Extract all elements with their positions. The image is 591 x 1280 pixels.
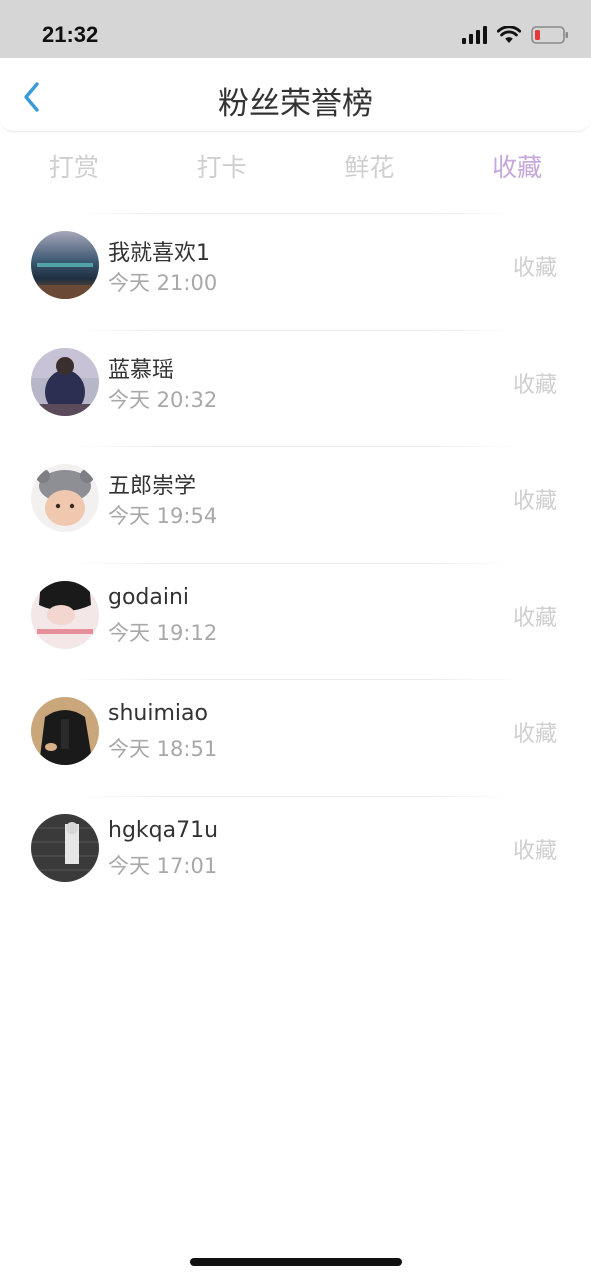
favorite-label: 收藏 [512,372,557,398]
favorite-label: 收藏 [512,605,557,631]
screen: 21:32 粉丝荣誉榜 打赏 打卡 鲜花 收藏 我就喜欢1 今天 21:00 收… [0,0,591,1280]
list-item[interactable]: godaini 今天 19:12 收藏 [0,562,591,680]
user-name: 我就喜欢1 [108,241,210,266]
page-title: 粉丝荣誉榜 [218,86,373,122]
user-name: godaini [108,584,190,610]
status-time: 21:32 [42,22,99,47]
timestamp: 今天 21:00 [108,271,218,295]
fan-list: 我就喜欢1 今天 21:00 收藏 蓝慕瑶 今天 20:32 收藏 五郎崇学 今… [0,213,591,912]
status-icons [462,24,569,46]
timestamp: 今天 20:32 [108,387,218,412]
avatar[interactable] [31,697,99,765]
list-item[interactable]: hgkqa71u 今天 17:01 收藏 [0,795,591,913]
wifi-icon [497,26,521,44]
user-name: 五郎崇学 [108,474,197,499]
user-name: 蓝慕瑶 [108,357,175,383]
avatar[interactable] [31,813,99,882]
favorite-label: 收藏 [512,722,557,747]
list-item[interactable]: 我就喜欢1 今天 21:00 收藏 [0,213,591,330]
avatar[interactable] [31,580,99,649]
avatar[interactable] [31,464,99,532]
divider [70,679,521,680]
list-item[interactable]: shuimiao 今天 18:51 收藏 [0,679,591,796]
divider [70,446,521,447]
timestamp: 今天 17:01 [108,853,218,878]
tab-favorites[interactable]: 收藏 [443,132,591,200]
timestamp: 今天 18:51 [108,737,218,761]
avatar[interactable] [31,231,99,299]
timestamp: 今天 19:12 [108,620,218,645]
divider [70,213,521,214]
avatar[interactable] [31,347,99,416]
signal-icon [462,26,487,44]
list-item[interactable]: 五郎崇学 今天 19:54 收藏 [0,446,591,563]
favorite-label: 收藏 [512,256,557,281]
home-indicator[interactable] [190,1258,402,1266]
battery-icon [531,25,569,45]
list-item[interactable]: 蓝慕瑶 今天 20:32 收藏 [0,329,591,447]
favorite-label: 收藏 [512,489,557,514]
divider [70,795,521,797]
tab-flowers[interactable]: 鲜花 [296,132,444,200]
user-name: hgkqa71u [108,817,219,843]
divider [70,562,521,564]
tab-bar: 打赏 打卡 鲜花 收藏 [0,132,591,200]
favorite-label: 收藏 [512,838,557,864]
nav-header: 粉丝荣誉榜 [0,58,591,132]
tab-checkin[interactable]: 打卡 [148,132,296,200]
user-name: shuimiao [108,701,208,726]
status-bar: 21:32 [0,0,591,58]
divider [70,329,521,331]
timestamp: 今天 19:54 [108,504,218,528]
tab-reward[interactable]: 打赏 [0,132,148,200]
